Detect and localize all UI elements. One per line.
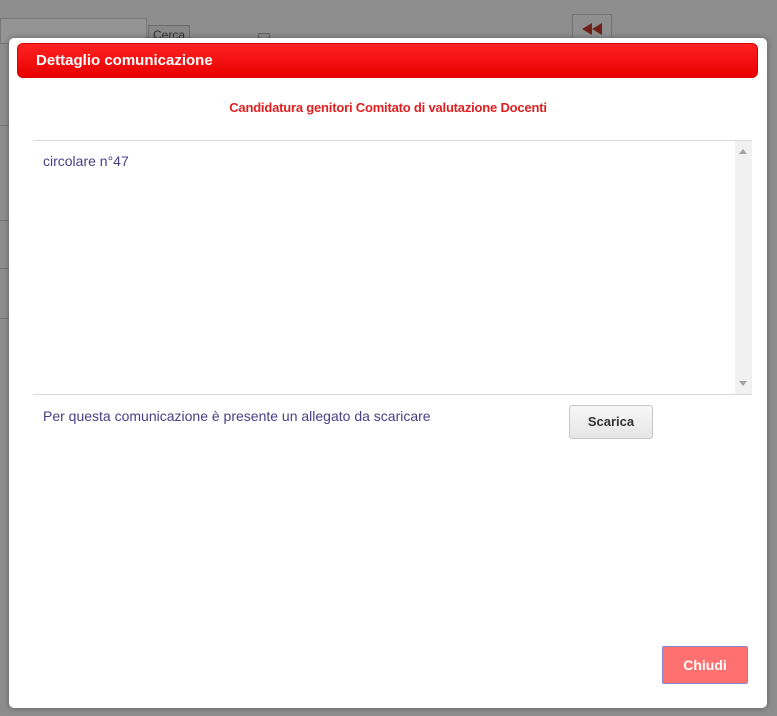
communication-body-text: circolare n°47 <box>43 153 129 169</box>
download-button[interactable]: Scarica <box>569 405 653 439</box>
communication-body-area[interactable]: circolare n°47 <box>33 140 752 395</box>
attachment-notice: Per questa comunicazione è presente un a… <box>43 408 431 424</box>
close-button[interactable]: Chiudi <box>662 646 748 684</box>
communication-detail-dialog: Dettaglio comunicazione Candidatura geni… <box>9 38 767 708</box>
communication-subject: Candidatura genitori Comitato di valutaz… <box>229 100 547 115</box>
scroll-up-icon[interactable] <box>739 149 747 154</box>
dialog-titlebar: Dettaglio comunicazione <box>17 43 758 78</box>
vertical-scrollbar[interactable] <box>735 141 752 394</box>
dialog-title: Dettaglio comunicazione <box>36 52 213 69</box>
scroll-down-icon[interactable] <box>739 381 747 386</box>
